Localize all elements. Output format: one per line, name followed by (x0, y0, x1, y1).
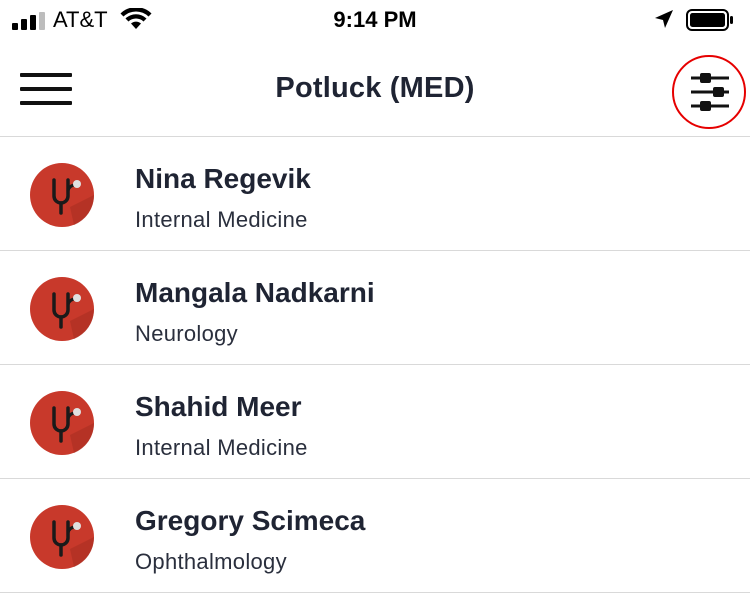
contact-name: Shahid Meer (135, 391, 302, 422)
navigation-bar: Potluck (MED) (0, 40, 750, 137)
contact-list: Nina Regevik Internal Medicine Mangala N… (0, 137, 750, 593)
list-item[interactable]: Mangala Nadkarni Neurology (0, 251, 750, 365)
contact-specialty: Internal Medicine (135, 207, 308, 232)
contact-specialty: Internal Medicine (135, 435, 308, 460)
contact-name: Mangala Nadkarni (135, 277, 375, 308)
battery-icon (686, 9, 733, 31)
status-bar: AT&T 9:14 PM (0, 0, 750, 40)
list-item[interactable]: Shahid Meer Internal Medicine (0, 365, 750, 479)
list-item[interactable]: Gregory Scimeca Ophthalmology (0, 479, 750, 593)
contact-name: Nina Regevik (135, 163, 311, 194)
sliders-filter-icon (691, 73, 729, 111)
location-arrow-icon (655, 10, 673, 28)
stethoscope-icon (30, 277, 94, 341)
contact-specialty: Ophthalmology (135, 549, 287, 574)
page-title: Potluck (MED) (275, 72, 475, 104)
contact-name: Gregory Scimeca (135, 505, 366, 536)
list-item[interactable]: Nina Regevik Internal Medicine (0, 137, 750, 251)
contact-specialty: Neurology (135, 321, 238, 346)
filter-button[interactable] (672, 55, 746, 129)
stethoscope-icon (30, 163, 94, 227)
stethoscope-icon (30, 391, 94, 455)
status-time: 9:14 PM (333, 7, 417, 32)
stethoscope-icon (30, 505, 94, 569)
